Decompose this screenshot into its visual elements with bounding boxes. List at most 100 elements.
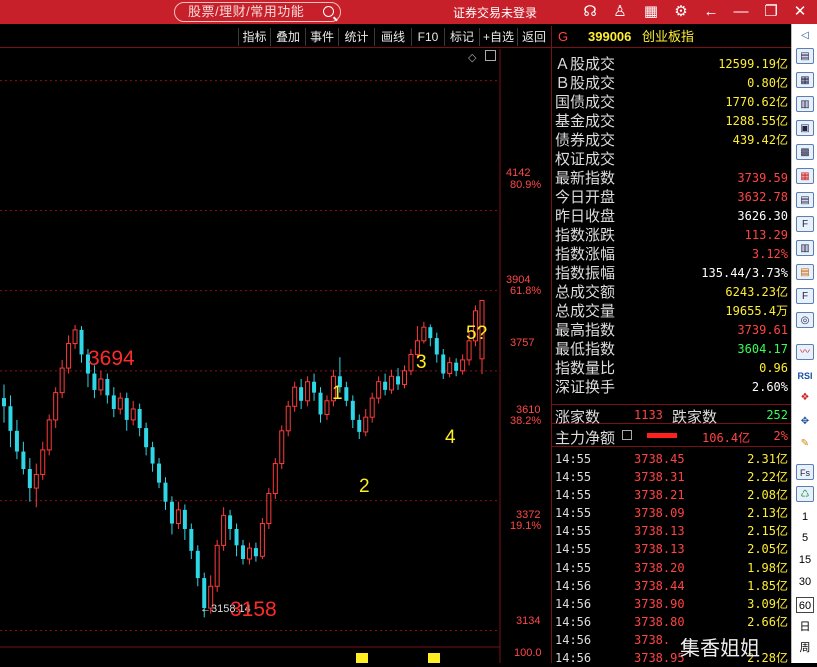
- support-icon[interactable]: ☊: [580, 2, 600, 22]
- quote-label: 权证成交: [555, 151, 616, 168]
- quote-value: 3.12%: [751, 247, 788, 261]
- quote-label: 基金成交: [555, 113, 616, 130]
- sidebar-toolbar: ◁ ▤ ▦ ▥ ▣ ▩ ▦ ▤ F ▥ ▤ F ◎ 〰 RSI ❖ ✥ ✎ Fs…: [791, 24, 817, 663]
- sidebar-prev-icon[interactable]: ◁: [796, 28, 814, 44]
- diamond-icon[interactable]: ◇: [468, 51, 476, 64]
- sidebar-tool-6[interactable]: ▦: [796, 168, 814, 184]
- restore-icon[interactable]: ❐: [761, 2, 781, 22]
- sidebar-tool-11[interactable]: F: [796, 288, 814, 304]
- tick-time: 14:55: [555, 524, 592, 539]
- grid-icon[interactable]: ▦: [641, 2, 661, 22]
- down-count: 252: [766, 408, 788, 422]
- tick-time: 14:55: [555, 542, 592, 557]
- tick-price: 3738.09: [634, 506, 685, 521]
- search-box[interactable]: 股票/理财/常用功能: [174, 2, 341, 22]
- period-30[interactable]: 30: [796, 574, 814, 590]
- quote-row: 国债成交 1770.62亿: [552, 93, 791, 112]
- shirt-icon[interactable]: ♙: [610, 2, 630, 22]
- tick-amount: 2.22亿: [747, 470, 788, 485]
- period-15[interactable]: 15: [796, 552, 814, 568]
- sidebar-tool-7[interactable]: ▤: [796, 192, 814, 208]
- quote-label: Ｂ股成交: [555, 75, 616, 92]
- candle-up: [421, 326, 427, 342]
- sidebar-tool-9[interactable]: ▥: [796, 240, 814, 256]
- sidebar-tool-10[interactable]: ▤: [796, 264, 814, 280]
- sidebar-tool-13[interactable]: 〰: [796, 344, 814, 360]
- quote-value: 19655.4万: [725, 304, 788, 318]
- wave-2-label: 2: [359, 476, 370, 497]
- search-icon[interactable]: [323, 6, 334, 17]
- period-60[interactable]: 60: [796, 597, 814, 613]
- tool-f10[interactable]: F10: [411, 28, 444, 46]
- sidebar-tool-1[interactable]: ▤: [796, 48, 814, 64]
- sidebar-tool-14[interactable]: ❖: [796, 390, 814, 406]
- tick-amount: 2.05亿: [747, 542, 788, 557]
- sidebar-rsi[interactable]: RSI: [796, 368, 814, 384]
- sidebar-tool-2[interactable]: ▦: [796, 72, 814, 88]
- back-icon[interactable]: ←: [701, 2, 721, 22]
- sidebar-tool-5[interactable]: ▩: [796, 144, 814, 160]
- tool-mark[interactable]: 标记: [444, 28, 479, 46]
- window-icon[interactable]: [485, 50, 496, 61]
- candle-down: [2, 398, 6, 407]
- quote-value: 3626.30: [737, 209, 788, 223]
- kline-chart[interactable]: ◇ 4142 80.9% 3904 61.8% 3757 3610 38.2% …: [0, 49, 551, 663]
- quote-label: 债券成交: [555, 132, 616, 149]
- pencil-icon[interactable]: ✎: [796, 436, 814, 452]
- up-count: 1133: [634, 408, 663, 422]
- tool-overlay[interactable]: 叠加: [270, 28, 305, 46]
- tool-stats[interactable]: 统计: [338, 28, 374, 46]
- settings-icon[interactable]: ⚙: [671, 2, 691, 22]
- sidebar-tool-12[interactable]: ◎: [796, 312, 814, 328]
- quote-row: 总成交额 6243.23亿: [552, 283, 791, 302]
- tick-3904-pct: 61.8%: [510, 285, 542, 297]
- candle-down: [27, 469, 32, 489]
- tick-price: 3738.20: [634, 560, 685, 575]
- quote-label: 最新指数: [555, 170, 616, 187]
- tool-draw[interactable]: 画线: [374, 28, 411, 46]
- period-5[interactable]: 5: [796, 530, 814, 546]
- period-1[interactable]: 1: [796, 509, 814, 525]
- close-icon[interactable]: ✕: [790, 2, 810, 22]
- wave-5-label: 5?: [466, 323, 488, 344]
- candle-down: [111, 395, 116, 409]
- candle-up: [46, 419, 52, 451]
- sidebar-tool-15[interactable]: ♺: [796, 486, 814, 502]
- flow-bar: [647, 433, 677, 438]
- tick-price: 3738.80: [634, 614, 685, 629]
- tick-4142-pct: 80.9%: [510, 179, 542, 191]
- tick-3134: 3134: [516, 615, 541, 627]
- sidebar-tool-4[interactable]: ▣: [796, 120, 814, 136]
- tick-3610-pct: 38.2%: [510, 415, 542, 427]
- sidebar-tool-3[interactable]: ▥: [796, 96, 814, 112]
- tick-price: 3738.45: [634, 452, 685, 466]
- minimize-icon[interactable]: —: [731, 2, 751, 22]
- flow-menu-icon[interactable]: [622, 430, 632, 440]
- candle-up: [460, 359, 466, 372]
- tool-indicator[interactable]: 指标: [238, 28, 270, 46]
- quote-label: 今日开盘: [555, 189, 616, 206]
- candle-up: [305, 381, 311, 402]
- tick-time: 14:55: [555, 506, 592, 521]
- quote-label: 指数量比: [555, 360, 616, 377]
- tick-price: 3738.13: [634, 542, 685, 557]
- tool-add-watch[interactable]: +自选: [479, 28, 517, 46]
- move-icon[interactable]: ✥: [796, 414, 814, 430]
- candle-down: [14, 430, 19, 452]
- tool-events[interactable]: 事件: [305, 28, 338, 46]
- search-placeholder: 股票/理财/常用功能: [188, 4, 305, 19]
- tool-back[interactable]: 返回: [517, 28, 550, 46]
- candles: [2, 299, 485, 618]
- candle-down: [441, 354, 446, 374]
- quote-label: 总成交量: [555, 303, 616, 320]
- sidebar-tool-8[interactable]: F: [796, 216, 814, 232]
- period-day[interactable]: 日: [796, 619, 814, 635]
- login-status[interactable]: 证券交易未登录: [453, 4, 537, 21]
- sidebar-fs[interactable]: Fs: [796, 464, 814, 480]
- quote-list: Ａ股成交 12599.19亿 Ｂ股成交 0.80亿 国债成交 1770.62亿 基金成交 12…: [552, 48, 791, 397]
- chart-toolbar: 指标 叠加 事件 统计 画线 F10 标记 +自选 返回: [0, 26, 551, 48]
- tick-row: 14:55 3738.45 2.31亿: [552, 450, 791, 468]
- quote-label: 指数涨跌: [555, 227, 616, 244]
- quote-row: 最低指数 3604.17: [552, 340, 791, 359]
- period-week[interactable]: 周: [796, 640, 814, 656]
